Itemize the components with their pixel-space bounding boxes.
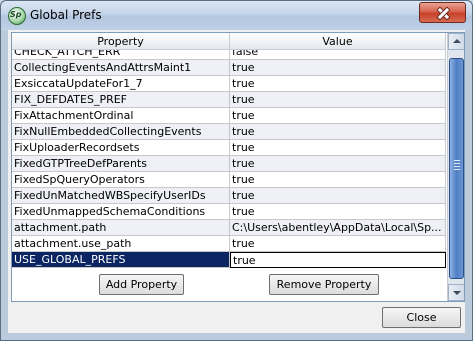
value-cell[interactable]: true — [230, 76, 446, 92]
value-cell[interactable]: true — [230, 92, 446, 108]
value-cell[interactable]: true — [230, 188, 446, 204]
remove-property-button[interactable]: Remove Property — [269, 274, 379, 295]
property-cell[interactable]: CHECK_ATTCH_ERR — [12, 50, 230, 60]
window-close-icon[interactable] — [419, 2, 466, 23]
table-row[interactable]: FixedUnmappedSchemaConditions true — [12, 204, 446, 220]
table-row[interactable]: FixAttachmentOrdinal true — [12, 108, 446, 124]
table-header: Property Value — [12, 33, 446, 50]
property-cell[interactable]: FixUploaderRecordsets — [12, 140, 230, 156]
value-cell[interactable]: true — [230, 252, 446, 268]
table-body: CHECK_ATTCH_ERR false CollectingEventsAndA… — [12, 50, 446, 301]
table-row[interactable]: attachment.use_path true — [12, 236, 446, 252]
value-cell[interactable]: C:\Users\abentley\AppData\Local\Sp... — [230, 220, 446, 236]
table-row[interactable]: attachment.path C:\Users\abentley\AppData… — [12, 220, 446, 236]
table-row[interactable]: FixedUnMatchedWBSpecifyUserIDs true — [12, 188, 446, 204]
dialog-content: Property Value CHECK_ATTCH_ERR false Colle… — [8, 30, 465, 333]
property-cell[interactable]: FixNullEmbeddedCollectingEvents — [12, 124, 230, 140]
close-button[interactable]: Close — [382, 307, 461, 328]
table-row[interactable]: FixNullEmbeddedCollectingEvents true — [12, 124, 446, 140]
scroll-up-arrow-icon[interactable] — [448, 33, 464, 50]
property-cell[interactable]: FixedUnmappedSchemaConditions — [12, 204, 230, 220]
property-cell[interactable]: FixedSpQueryOperators — [12, 172, 230, 188]
table-row[interactable]: CollectingEventsAndAttrsMaint1 true — [12, 60, 446, 76]
value-cell[interactable]: true — [230, 236, 446, 252]
app-icon-text: Sp — [10, 10, 22, 19]
value-cell[interactable]: true — [230, 60, 446, 76]
scroll-grip-icon — [454, 160, 460, 172]
scroll-thumb[interactable] — [449, 58, 464, 279]
table-row[interactable]: ExsiccataUpdateFor1_7 true — [12, 76, 446, 92]
column-header-value[interactable]: Value — [230, 33, 446, 50]
vertical-scrollbar[interactable] — [447, 33, 464, 301]
specify-app-icon: Sp — [8, 7, 26, 25]
prefs-table: Property Value CHECK_ATTCH_ERR false Colle… — [11, 32, 465, 302]
value-cell[interactable]: true — [230, 172, 446, 188]
global-prefs-window: Sp Global Prefs Property Value CHECK_ATT… — [0, 0, 473, 341]
table-row[interactable]: USE_GLOBAL_PREFS true — [12, 252, 446, 268]
add-property-button[interactable]: Add Property — [99, 274, 184, 295]
property-cell[interactable]: FixAttachmentOrdinal — [12, 108, 230, 124]
table-row[interactable]: FixedGTPTreeDefParents true — [12, 156, 446, 172]
table-row[interactable]: FIX_DEFDATES_PREF true — [12, 92, 446, 108]
property-cell[interactable]: USE_GLOBAL_PREFS — [12, 252, 230, 268]
column-header-property[interactable]: Property — [12, 33, 230, 50]
table-row[interactable]: FixedSpQueryOperators true — [12, 172, 446, 188]
property-cell[interactable]: FIX_DEFDATES_PREF — [12, 92, 230, 108]
value-cell[interactable]: true — [230, 204, 446, 220]
table-row[interactable]: CHECK_ATTCH_ERR false — [12, 50, 446, 60]
property-cell[interactable]: attachment.path — [12, 220, 230, 236]
table-rows: CHECK_ATTCH_ERR false CollectingEventsAndA… — [12, 50, 446, 268]
value-cell[interactable]: true — [230, 124, 446, 140]
value-cell[interactable]: true — [230, 156, 446, 172]
property-cell[interactable]: FixedGTPTreeDefParents — [12, 156, 230, 172]
value-cell[interactable]: true — [230, 140, 446, 156]
scroll-down-arrow-icon[interactable] — [448, 284, 464, 301]
table-row[interactable]: FixUploaderRecordsets true — [12, 140, 446, 156]
value-cell[interactable]: true — [230, 108, 446, 124]
window-title: Global Prefs — [30, 8, 102, 22]
property-cell[interactable]: FixedUnMatchedWBSpecifyUserIDs — [12, 188, 230, 204]
value-cell[interactable]: false — [230, 50, 446, 60]
property-cell[interactable]: CollectingEventsAndAttrsMaint1 — [12, 60, 230, 76]
title-bar[interactable]: Sp Global Prefs — [1, 1, 472, 30]
property-cell[interactable]: ExsiccataUpdateFor1_7 — [12, 76, 230, 92]
property-cell[interactable]: attachment.use_path — [12, 236, 230, 252]
